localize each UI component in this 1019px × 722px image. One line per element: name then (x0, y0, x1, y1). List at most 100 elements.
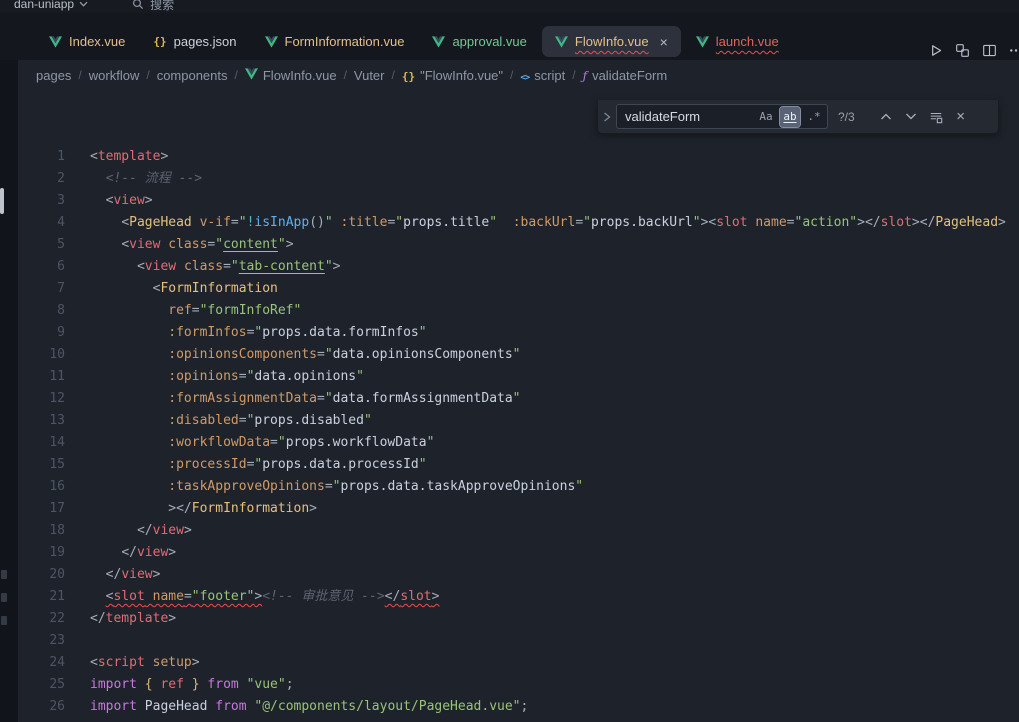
tab-forminformation-vue[interactable]: FormInformation.vue (252, 26, 418, 57)
code-line-22[interactable]: 22</template> (18, 608, 1019, 630)
close-find-icon[interactable]: × (950, 106, 972, 128)
code-line-6[interactable]: 6 <view class="tab-content"> (18, 256, 1019, 278)
line-number[interactable]: 22 (18, 608, 65, 630)
sidebar-drag-indicator[interactable] (0, 188, 4, 214)
code-line-24[interactable]: 24<script setup> (18, 652, 1019, 674)
tab-launch-vue[interactable]: launch.vue (683, 26, 792, 57)
code-line-26[interactable]: 26import PageHead from "@/components/lay… (18, 696, 1019, 718)
find-in-selection-button[interactable] (925, 106, 947, 128)
tab-flowinfo-vue[interactable]: FlowInfo.vue× (542, 26, 681, 57)
code-line-10[interactable]: 10 :opinionsComponents="data.opinionsCom… (18, 344, 1019, 366)
code-line-23[interactable]: 23 (18, 630, 1019, 652)
line-number[interactable]: 1 (18, 146, 65, 168)
breadcrumb-item-script[interactable]: <>script (520, 68, 565, 83)
line-number[interactable]: 15 (18, 454, 65, 476)
close-tab-icon[interactable]: × (660, 35, 668, 49)
open-changes-icon[interactable] (953, 41, 971, 59)
titlebar-search[interactable]: 搜索 (132, 0, 174, 13)
line-number[interactable]: 20 (18, 564, 65, 586)
line-number[interactable]: 19 (18, 542, 65, 564)
code-line-19[interactable]: 19 </view> (18, 542, 1019, 564)
line-number[interactable]: 17 (18, 498, 65, 520)
code-line-8[interactable]: 8 ref="formInfoRef" (18, 300, 1019, 322)
breadcrumb-item--flowinfo-vue-[interactable]: {}"FlowInfo.vue" (402, 68, 503, 83)
code-line-16[interactable]: 16 :taskApproveOpinions="props.data.task… (18, 476, 1019, 498)
regex-toggle[interactable]: .* (804, 107, 824, 127)
line-number[interactable]: 24 (18, 652, 65, 674)
vue-file-icon (49, 36, 62, 48)
code-line-2[interactable]: 2 <!-- 流程 --> (18, 168, 1019, 190)
split-editor-button[interactable] (980, 41, 998, 59)
line-number[interactable]: 18 (18, 520, 65, 542)
line-number[interactable]: 4 (18, 212, 65, 234)
toggle-replace-icon[interactable] (598, 100, 616, 133)
more-actions-button[interactable] (1007, 41, 1019, 59)
breadcrumb-item-validateform[interactable]: ƒvalidateForm (583, 68, 668, 83)
sidebar-sash[interactable] (0, 60, 18, 722)
line-number[interactable]: 6 (18, 256, 65, 278)
next-match-button[interactable] (900, 106, 922, 128)
project-menu[interactable]: dan-uniapp (14, 0, 88, 11)
titlebar: dan-uniapp 搜索 (0, 0, 1019, 13)
breadcrumb-item-workflow[interactable]: workflow (89, 68, 140, 83)
breadcrumb-item-vuter[interactable]: Vuter (354, 68, 385, 83)
line-number[interactable]: 7 (18, 278, 65, 300)
tab-bar: Index.vue {}pages.json FormInformation.vue… (36, 26, 792, 57)
match-case-toggle[interactable]: Aa (756, 107, 776, 127)
line-number[interactable]: 12 (18, 388, 65, 410)
code-line-25[interactable]: 25import { ref } from "vue"; (18, 674, 1019, 696)
code-line-14[interactable]: 14 :workflowData="props.workflowData" (18, 432, 1019, 454)
code-line-11[interactable]: 11 :opinions="data.opinions" (18, 366, 1019, 388)
line-number[interactable]: 16 (18, 476, 65, 498)
line-number[interactable]: 5 (18, 234, 65, 256)
find-widget: Aa ab .* ?/3 × (597, 100, 999, 134)
line-number[interactable]: 21 (18, 586, 65, 608)
code-line-21[interactable]: 21 <slot name="footer"><!-- 审批意见 --></sl… (18, 586, 1019, 608)
tab-label: Index.vue (69, 34, 125, 49)
breadcrumb-item-components[interactable]: components (157, 68, 228, 83)
line-number[interactable]: 3 (18, 190, 65, 212)
previous-match-button[interactable] (875, 106, 897, 128)
breadcrumb-item-pages[interactable]: pages (36, 68, 71, 83)
tab-approval-vue[interactable]: approval.vue (419, 26, 539, 57)
line-number[interactable]: 23 (18, 630, 65, 652)
code-line-18[interactable]: 18 </view> (18, 520, 1019, 542)
code-line-13[interactable]: 13 :disabled="props.disabled" (18, 410, 1019, 432)
code-line-5[interactable]: 5 <view class="content"> (18, 234, 1019, 256)
code-text: :disabled="props.disabled" (65, 410, 372, 432)
breadcrumb-item-flowinfo-vue[interactable]: FlowInfo.vue (245, 68, 337, 83)
search-label: 搜索 (150, 0, 174, 13)
code-line-1[interactable]: 1<template> (18, 146, 1019, 168)
code-line-9[interactable]: 9 :formInfos="props.data.formInfos" (18, 322, 1019, 344)
code-line-17[interactable]: 17 ></FormInformation> (18, 498, 1019, 520)
code-line-4[interactable]: 4 <PageHead v-if="!isInApp()" :title="pr… (18, 212, 1019, 234)
tab-label: launch.vue (716, 34, 779, 49)
line-number[interactable]: 2 (18, 168, 65, 190)
code-line-20[interactable]: 20 </view> (18, 564, 1019, 586)
tab-label: approval.vue (452, 34, 526, 49)
code-area[interactable]: 1<template>2 <!-- 流程 -->3 <view>4 <PageH… (18, 90, 1019, 718)
breadcrumb-label: workflow (89, 68, 140, 83)
run-button[interactable] (926, 41, 944, 59)
code-text: <view> (65, 190, 153, 212)
code-text: :workflowData="props.workflowData" (65, 432, 434, 454)
whole-word-label: ab (783, 110, 796, 123)
line-number[interactable]: 8 (18, 300, 65, 322)
line-number[interactable]: 11 (18, 366, 65, 388)
line-number[interactable]: 26 (18, 696, 65, 718)
line-number[interactable]: 14 (18, 432, 65, 454)
line-number[interactable]: 13 (18, 410, 65, 432)
code-line-7[interactable]: 7 <FormInformation (18, 278, 1019, 300)
whole-word-toggle[interactable]: ab (780, 107, 800, 127)
vue-file-icon (432, 36, 445, 48)
tab-index-vue[interactable]: Index.vue (36, 26, 138, 57)
code-line-3[interactable]: 3 <view> (18, 190, 1019, 212)
line-number[interactable]: 10 (18, 344, 65, 366)
tab-label: FormInformation.vue (285, 34, 405, 49)
code-line-12[interactable]: 12 :formAssignmentData="data.formAssignm… (18, 388, 1019, 410)
line-number[interactable]: 9 (18, 322, 65, 344)
code-line-15[interactable]: 15 :processId="props.data.processId" (18, 454, 1019, 476)
line-number[interactable]: 25 (18, 674, 65, 696)
tab-pages-json[interactable]: {}pages.json (140, 26, 249, 57)
find-input[interactable] (617, 109, 745, 124)
